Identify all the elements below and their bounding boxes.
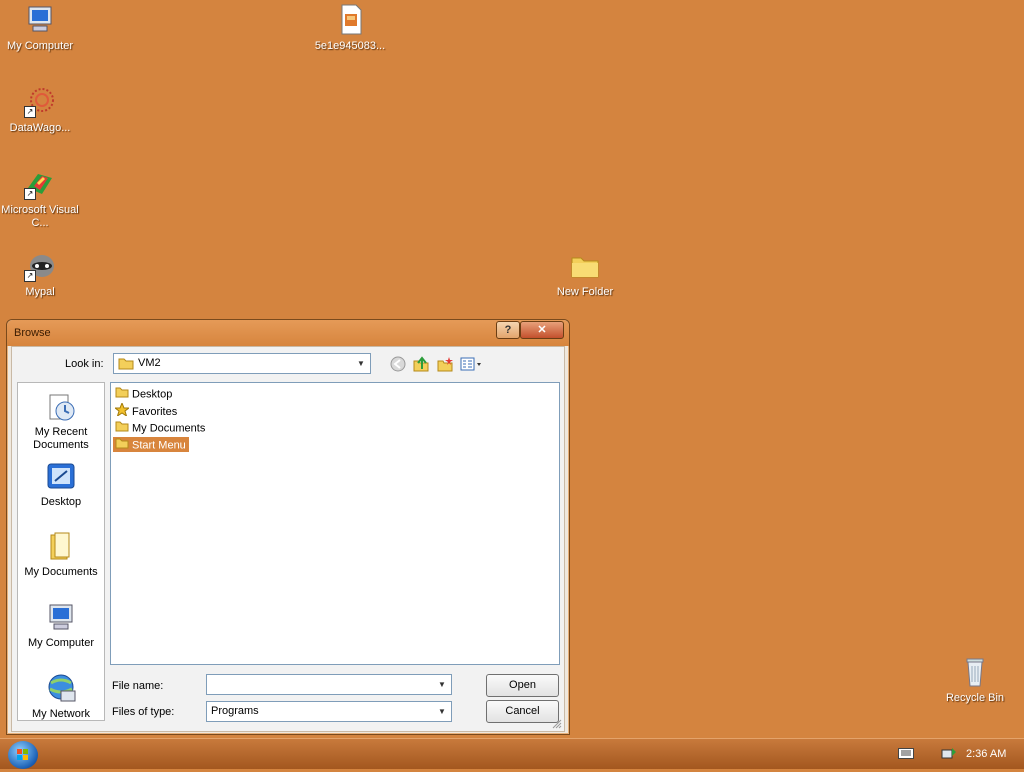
list-item-selected[interactable]: Start Menu [113, 437, 189, 452]
look-in-value: VM2 [138, 357, 161, 369]
desktop-icon-my-computer[interactable]: My Computer [0, 4, 80, 53]
file-name-field[interactable]: ▼ [206, 674, 452, 695]
desktop-icon-recycle-bin[interactable]: Recycle Bin [935, 656, 1015, 705]
windows-logo-icon [17, 749, 28, 760]
recycle-bin-icon [959, 656, 991, 688]
help-button[interactable]: ? [496, 321, 520, 339]
desktop-icon-label: My Computer [6, 40, 74, 52]
folder-icon [118, 358, 134, 370]
chevron-down-icon[interactable]: ▼ [435, 677, 449, 692]
network-tray-icon[interactable] [940, 744, 958, 762]
file-name: Desktop [132, 388, 173, 401]
list-item[interactable]: Favorites [113, 401, 180, 421]
place-my-computer[interactable]: My Computer [18, 602, 104, 650]
folder-icon [115, 420, 129, 437]
look-in-dropdown[interactable]: VM2 ▼ [113, 353, 371, 374]
dialog-title: Browse [14, 327, 51, 339]
open-button[interactable]: Open [486, 674, 559, 697]
new-folder-icon[interactable] [436, 356, 454, 374]
place-label: My Documents [24, 566, 98, 578]
files-of-type-value: Programs [211, 705, 259, 717]
desktop-icon-label: New Folder [556, 286, 614, 298]
up-folder-icon[interactable] [412, 356, 430, 374]
desktop-icon-label: Mypal [25, 286, 55, 298]
desktop-icon-datawagon[interactable]: ↗ DataWago... [0, 86, 80, 135]
place-desktop[interactable]: Desktop [18, 461, 104, 509]
list-item[interactable]: My Documents [113, 420, 208, 435]
file-name: Start Menu [132, 439, 186, 452]
files-of-type-dropdown[interactable]: Programs ▼ [206, 701, 452, 722]
recent-documents-icon [45, 391, 77, 423]
computer-icon [45, 602, 77, 634]
close-button[interactable]: ✕ [520, 321, 564, 339]
desktop-icon-label: 5e1e945083... [314, 40, 386, 52]
start-button[interactable] [8, 741, 38, 769]
computer-icon [24, 4, 56, 36]
file-list[interactable]: Desktop Favorites My Documents Start Men… [110, 382, 560, 665]
cancel-button[interactable]: Cancel [486, 700, 559, 723]
file-name-label: File name: [112, 680, 164, 692]
desktop-icon-new-folder[interactable]: New Folder [545, 250, 625, 299]
taskbar: 2:36 AM [0, 738, 1024, 769]
desktop-icon-mypal[interactable]: ↗ Mypal [0, 250, 80, 299]
chevron-down-icon[interactable]: ▼ [354, 356, 368, 371]
desktop-icon-label: Recycle Bin [945, 692, 1005, 704]
folder-icon [115, 437, 129, 454]
desktop-icon-label: Microsoft Visual C... [1, 204, 79, 229]
clock[interactable]: 2:36 AM [966, 748, 1006, 760]
view-menu-icon[interactable] [460, 356, 484, 374]
datawagon-icon: ↗ [24, 86, 56, 118]
file-name: Favorites [132, 405, 178, 418]
place-label: My Recent Documents [33, 426, 89, 451]
desktop-icon [45, 461, 77, 493]
shortcut-arrow-icon: ↗ [24, 106, 36, 118]
place-label: Desktop [40, 496, 82, 508]
files-of-type-label: Files of type: [112, 706, 175, 718]
folder-icon [115, 386, 129, 403]
shortcut-arrow-icon: ↗ [24, 188, 36, 200]
place-label: My Network [31, 708, 91, 720]
dialog-titlebar[interactable]: Browse ? ✕ [7, 320, 569, 346]
desktop-icon-file[interactable]: 5e1e945083... [310, 4, 390, 53]
favorites-star-icon [113, 401, 131, 421]
keyboard-icon[interactable] [898, 747, 914, 759]
dialog-body: Look in: VM2 ▼ My Recent Documents Deskt… [11, 346, 565, 732]
places-bar: My Recent Documents Desktop My Documents… [17, 382, 105, 721]
browse-dialog: Browse ? ✕ Look in: VM2 ▼ My Recent Docu… [6, 319, 570, 735]
place-recent-documents[interactable]: My Recent Documents [18, 391, 104, 452]
list-item[interactable]: Desktop [113, 386, 175, 401]
chevron-down-icon[interactable]: ▼ [435, 704, 449, 719]
shortcut-arrow-icon: ↗ [24, 270, 36, 282]
place-my-network[interactable]: My Network [18, 673, 104, 721]
place-my-documents[interactable]: My Documents [18, 531, 104, 579]
file-icon [334, 4, 366, 36]
visual-c-icon: ↗ [24, 168, 56, 200]
place-label: My Computer [27, 637, 95, 649]
look-in-label: Look in: [65, 358, 104, 370]
folder-icon [569, 250, 601, 282]
resize-grip-icon[interactable] [552, 719, 562, 729]
my-documents-icon [45, 531, 77, 563]
desktop-icon-label: DataWago... [9, 122, 71, 134]
back-icon[interactable] [389, 356, 407, 374]
mypal-icon: ↗ [24, 250, 56, 282]
desktop-icon-visual-c[interactable]: ↗ Microsoft Visual C... [0, 168, 80, 230]
network-icon [45, 673, 77, 705]
file-name: My Documents [132, 422, 206, 435]
